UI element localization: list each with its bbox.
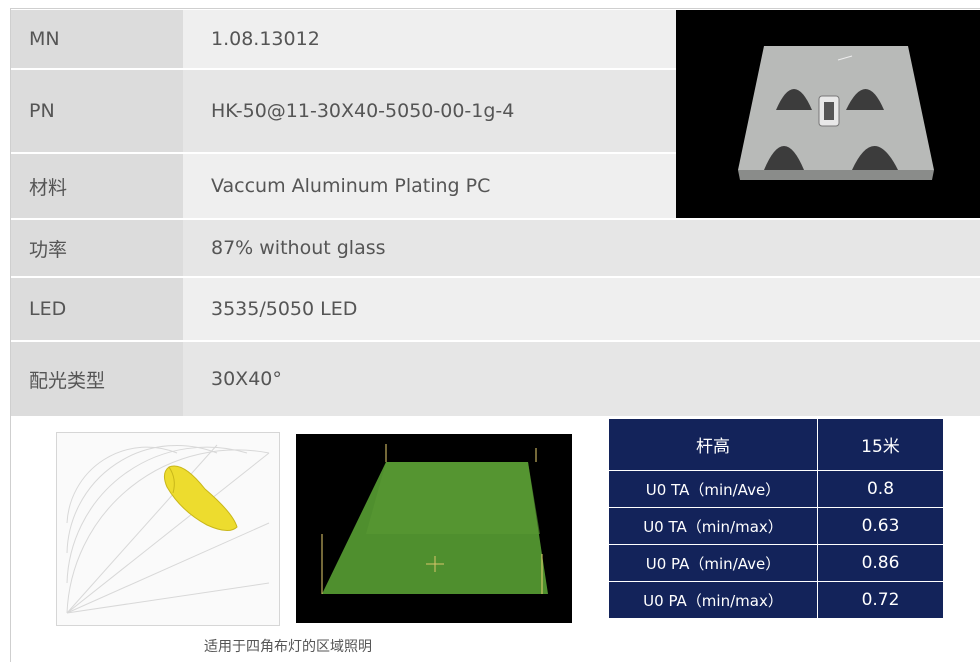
product-photo — [676, 10, 980, 218]
spec-label: MN — [11, 10, 183, 68]
uniformity-label: U0 PA（min/max） — [608, 581, 818, 619]
pole-height-label: 杆高 — [608, 418, 818, 471]
spec-row-mn: MN 1.08.13012 — [11, 10, 676, 68]
uniformity-table: 杆高 15米 U0 TA（min/Ave） 0.8 U0 TA（min/max）… — [608, 418, 944, 619]
table-row: U0 PA（min/max） 0.72 — [608, 581, 944, 619]
pole-height-value: 15米 — [817, 418, 944, 471]
spec-row-pn: PN HK-50@11-30X40-5050-00-1g-4 — [11, 70, 676, 152]
spec-row-beam: 配光类型 30X40° — [11, 342, 980, 416]
illuminance-render-image — [296, 434, 572, 623]
spec-row-material: 材料 Vaccum Aluminum Plating PC — [11, 154, 676, 218]
table-row: U0 TA（min/max） 0.63 — [608, 507, 944, 545]
spec-label: 功率 — [11, 220, 183, 276]
uniformity-header-row: 杆高 15米 — [608, 418, 944, 471]
table-row: U0 TA（min/Ave） 0.8 — [608, 470, 944, 508]
image-caption: 适用于四角布灯的区域照明 — [204, 639, 372, 655]
uniformity-value: 0.8 — [817, 470, 944, 508]
spec-label: LED — [11, 278, 183, 340]
spec-value: HK-50@11-30X40-5050-00-1g-4 — [211, 100, 515, 122]
spec-label: 材料 — [11, 154, 183, 218]
uniformity-value: 0.86 — [817, 544, 944, 582]
spec-value: 30X40° — [211, 368, 282, 390]
uniformity-value: 0.63 — [817, 507, 944, 545]
spec-value: 87% without glass — [211, 237, 386, 259]
uniformity-value: 0.72 — [817, 581, 944, 619]
uniformity-label: U0 PA（min/Ave） — [608, 544, 818, 582]
uniformity-label: U0 TA（min/max） — [608, 507, 818, 545]
polar-distribution-image — [56, 432, 280, 626]
uniformity-label: U0 TA（min/Ave） — [608, 470, 818, 508]
table-row: U0 PA（min/Ave） 0.86 — [608, 544, 944, 582]
spec-row-efficiency: 功率 87% without glass — [11, 220, 980, 276]
spec-value: 1.08.13012 — [211, 28, 320, 50]
spec-value: Vaccum Aluminum Plating PC — [211, 175, 491, 197]
spec-label: PN — [11, 70, 183, 152]
spec-label: 配光类型 — [11, 342, 183, 416]
spec-value: 3535/5050 LED — [211, 298, 358, 320]
spec-row-led: LED 3535/5050 LED — [11, 278, 980, 340]
